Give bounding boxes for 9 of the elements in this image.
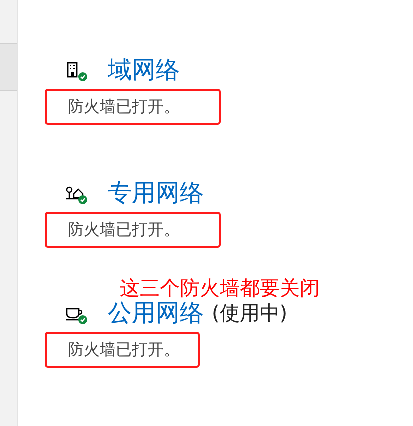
building-icon	[66, 62, 88, 82]
network-link[interactable]: 专用网络	[108, 178, 204, 208]
network-link[interactable]: 域网络	[108, 55, 180, 85]
in-use-label: (使用中)	[212, 300, 288, 327]
firewall-status: 防火墙已打开。	[45, 212, 221, 248]
tree-and-house-icon	[66, 185, 88, 205]
sidebar-highlight[interactable]	[0, 43, 17, 91]
firewall-status: 防火墙已打开。	[45, 89, 221, 125]
firewall-status: 防火墙已打开。	[45, 332, 200, 368]
